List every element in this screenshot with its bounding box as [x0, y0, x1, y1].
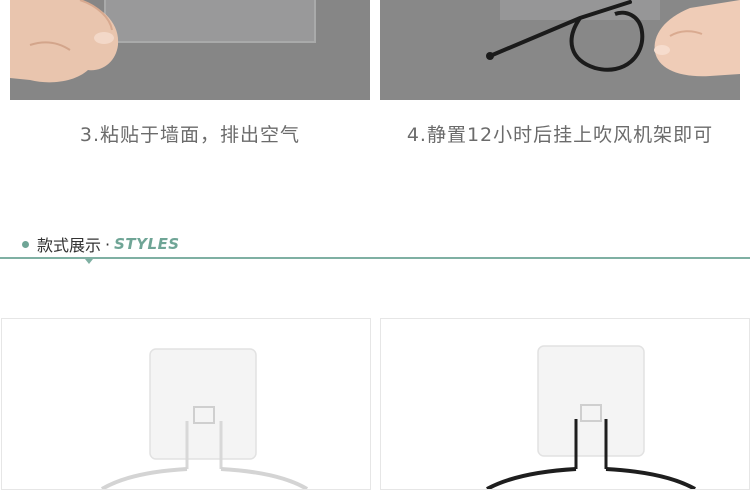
step-3-caption: 3.粘贴于墙面，排出空气 [79, 124, 301, 146]
section-divider [0, 257, 750, 259]
section-title-en: STYLES [114, 235, 180, 253]
section-title-separator: · [105, 234, 111, 254]
product-card-white[interactable] [1, 318, 371, 490]
black-holder-image [486, 345, 696, 489]
white-holder-image [100, 348, 309, 489]
step-3-photo [10, 0, 370, 100]
divider-notch-icon [85, 259, 93, 264]
section-title: 款式展示 · STYLES [22, 233, 180, 255]
step-4-caption: 4.静置12小时后挂上吹风机架即可 [406, 124, 714, 146]
product-card-black[interactable] [380, 318, 750, 490]
section-title-cn: 款式展示 [37, 236, 102, 255]
bullet-dot-icon [22, 240, 29, 248]
step-4-photo [380, 0, 740, 100]
